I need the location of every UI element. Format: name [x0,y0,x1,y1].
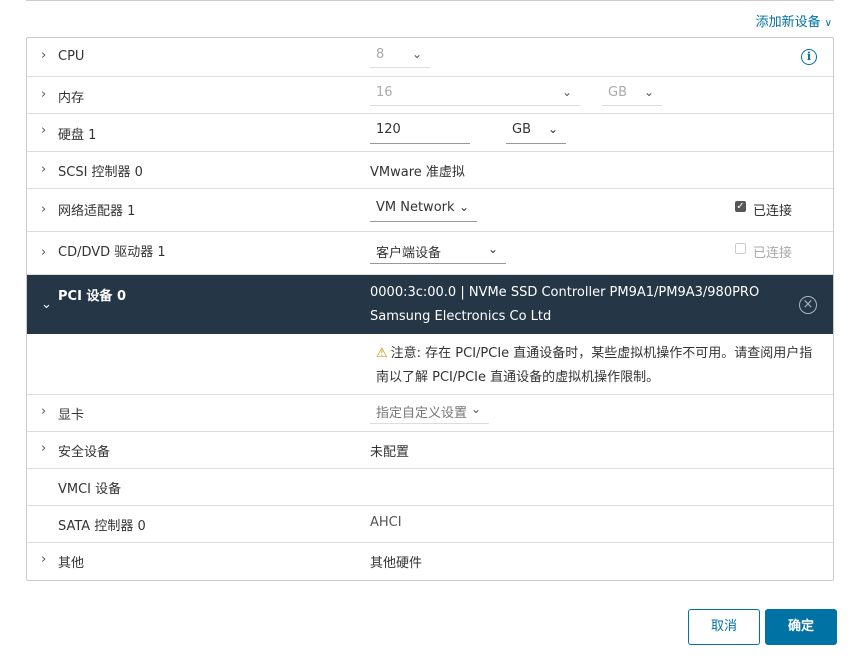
sata-label: SATA 控制器 0 [58,519,146,534]
expand-caret-icon[interactable]: › [41,404,46,419]
network-label: 网络适配器 1 [58,204,136,219]
pci-warning-line2: 南以了解 PCI/PCIe 直通设备的虚拟机操作限制。 [376,370,660,385]
other-label: 其他 [58,556,85,571]
expand-caret-icon[interactable]: › [41,162,46,177]
add-device-menu[interactable]: 添加新设备 ∨ [756,11,832,30]
row-other: › 其他 其他硬件 [27,543,833,580]
cddvd-connected-checkbox[interactable] [735,243,746,254]
chevron-down-icon: ⌄ [411,47,422,61]
row-vmci: VMCI 设备 [27,469,833,506]
video-value: 指定自定义设置 [376,406,468,421]
row-video: › 显卡 指定自定义设置 ⌄ [27,395,833,432]
top-divider [26,0,834,1]
memory-unit: GB [608,85,627,100]
cddvd-select[interactable]: 客户端设备 ⌄ [370,242,506,264]
disk-size-input[interactable]: 120 [370,122,470,144]
hardware-list: › CPU 8 ⌄ i › 内存 16 ⌄ GB ⌄ › 硬盘 1 120 GB… [26,37,834,581]
info-icon[interactable]: i [801,49,817,65]
row-memory: › 内存 16 ⌄ GB ⌄ [27,77,833,114]
network-connected-checkbox[interactable]: ✓ [735,201,746,212]
pci-vendor: Samsung Electronics Co Ltd [370,309,552,324]
chevron-down-icon: ⌄ [643,85,654,99]
row-cddvd: › CD/DVD 驱动器 1 客户端设备 ⌄ 已连接 [27,232,833,275]
pci-warning-text: ⚠ 注意: 存在 PCI/PCIe 直通设备时，某些虚拟机操作不可用。请查阅用户指… [376,342,826,390]
pci-warning: ⚠ 注意: 存在 PCI/PCIe 直通设备时，某些虚拟机操作不可用。请查阅用户指… [27,334,833,395]
chevron-down-icon: ⌄ [561,85,572,99]
ok-button[interactable]: 确定 [765,609,837,645]
cpu-label: CPU [58,49,85,64]
expand-caret-icon[interactable]: › [41,245,46,260]
sata-value: AHCI [370,515,402,530]
scsi-value: VMware 准虚拟 [370,165,465,180]
add-device-label: 添加新设备 [755,15,821,30]
row-security: › 安全设备 未配置 [27,432,833,469]
remove-device-icon[interactable]: × [799,296,817,314]
vmci-label: VMCI 设备 [58,482,122,497]
disk-unit: GB [512,122,531,137]
expand-caret-icon[interactable]: › [41,441,46,456]
video-label: 显卡 [58,408,85,423]
cpu-select[interactable]: 8 ⌄ [370,47,430,68]
expand-caret-icon[interactable]: › [41,48,46,63]
pci-device-id: 0000:3c:00.0 | NVMe SSD Controller PM9A1… [370,285,760,300]
disk-label: 硬盘 1 [58,128,97,143]
security-label: 安全设备 [58,445,111,460]
video-select[interactable]: 指定自定义设置 ⌄ [370,402,489,424]
cddvd-value: 客户端设备 [376,246,442,261]
chevron-down-icon: ⌄ [470,402,481,416]
memory-label: 内存 [58,91,85,106]
memory-unit-select[interactable]: GB ⌄ [602,85,662,106]
chevron-down-icon: ⌄ [547,122,558,136]
network-value: VM Network [376,200,455,215]
cpu-value: 8 [376,47,385,62]
pci-warning-line1: 注意: 存在 PCI/PCIe 直通设备时，某些虚拟机操作不可用。请查阅用户指 [390,346,813,361]
row-disk: › 硬盘 1 120 GB ⌄ [27,114,833,152]
chevron-down-icon: ⌄ [458,200,469,214]
cddvd-label: CD/DVD 驱动器 1 [58,245,166,260]
collapse-caret-icon[interactable]: ⌄ [41,297,52,312]
memory-input[interactable]: 16 ⌄ [370,85,580,106]
network-select[interactable]: VM Network ⌄ [370,200,477,222]
pci-label: PCI 设备 0 [58,289,127,304]
row-cpu: › CPU 8 ⌄ i [27,38,833,77]
expand-caret-icon[interactable]: › [41,202,46,217]
other-value: 其他硬件 [370,556,423,571]
disk-unit-select[interactable]: GB ⌄ [506,122,566,144]
memory-value: 16 [376,85,393,100]
cddvd-connected-label: 已连接 [753,246,793,261]
expand-caret-icon[interactable]: › [41,552,46,567]
expand-caret-icon[interactable]: › [41,87,46,102]
row-scsi: › SCSI 控制器 0 VMware 准虚拟 [27,152,833,189]
row-network: › 网络适配器 1 VM Network ⌄ ✓ 已连接 [27,189,833,232]
disk-value: 120 [376,122,401,137]
row-pci-device[interactable]: ⌄ PCI 设备 0 0000:3c:00.0 | NVMe SSD Contr… [27,275,833,334]
row-sata: SATA 控制器 0 AHCI [27,506,833,543]
chevron-down-icon: ⌄ [487,242,498,256]
security-value: 未配置 [370,445,410,460]
scsi-label: SCSI 控制器 0 [58,165,143,180]
warning-icon: ⚠ [376,346,388,361]
chevron-down-icon: ∨ [824,18,832,29]
cancel-button[interactable]: 取消 [688,609,760,645]
expand-caret-icon[interactable]: › [41,123,46,138]
network-connected-label: 已连接 [753,204,793,219]
